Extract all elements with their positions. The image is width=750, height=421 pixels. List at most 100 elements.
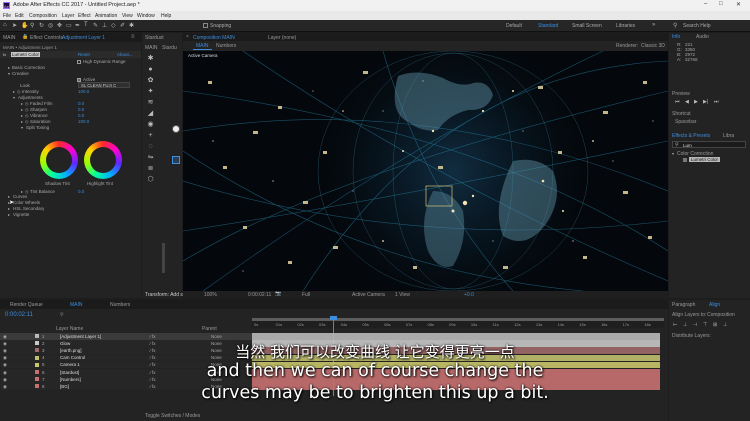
layer-color-label[interactable] (35, 334, 39, 338)
split-toning-group[interactable]: Split Toning (26, 125, 49, 130)
close-button[interactable]: ✕ (736, 1, 741, 8)
workspace-standard[interactable]: Standard (538, 23, 558, 29)
stardust-node-white[interactable] (172, 125, 180, 133)
color-correction-twirl-icon[interactable]: ▾ (672, 151, 674, 156)
stopwatch-icon[interactable]: ◷ (25, 107, 29, 112)
lock-icon[interactable]: 🔒 (22, 34, 28, 40)
force-icon[interactable]: ✦ (146, 87, 155, 96)
minimize-button[interactable]: – (704, 1, 707, 7)
tab-main-small[interactable]: MAIN (145, 45, 158, 51)
camera-tool-icon[interactable]: ◎ (48, 22, 53, 29)
renderer-value[interactable]: Classic 3D (641, 43, 665, 49)
last-frame-icon[interactable]: ⏭ (714, 99, 719, 105)
saturation-twirl-icon[interactable]: ▸ (21, 119, 23, 124)
tab-composition-main[interactable]: Composition MAIN (193, 35, 235, 41)
align-left-icon[interactable]: ⊢ (673, 322, 677, 328)
quality-select[interactable]: Full (302, 292, 310, 298)
selection-tool-icon[interactable]: ➤ (12, 22, 17, 29)
tab-timeline-numbers[interactable]: Numbers (110, 302, 130, 308)
sphere-icon[interactable]: ◉ (146, 120, 155, 129)
rotate-tool-icon[interactable]: ↻ (39, 22, 44, 29)
timeline-current-time[interactable]: 0:00:02:11 (5, 312, 33, 318)
tab-stardu-small[interactable]: Stardu (162, 45, 177, 51)
subtab-main[interactable]: MAIN (193, 43, 212, 50)
exposure-value[interactable]: +0.0 (464, 292, 474, 298)
creative-twirl-icon[interactable]: ▾ (8, 71, 10, 76)
camera-select[interactable]: Active Camera (352, 292, 385, 298)
vignette-group[interactable]: Vignette (13, 212, 29, 217)
zoom-tool-icon[interactable]: ⚲ (30, 22, 34, 29)
vibrance-twirl-icon[interactable]: ▸ (21, 113, 23, 118)
vibrance-value[interactable]: 0.0 (78, 113, 84, 118)
shadow-tint-wheel[interactable] (40, 141, 78, 179)
node-tool-icon[interactable]: ✱ (146, 54, 155, 63)
add-node-icon[interactable]: + (146, 131, 155, 140)
shortcut-select[interactable]: Spacebar (675, 119, 696, 125)
type-tool-icon[interactable]: T (84, 22, 88, 28)
emitter-icon[interactable]: ● (146, 65, 155, 74)
effect-name[interactable]: Lumetri Color (11, 52, 41, 57)
tint-balance-value[interactable]: 0.0 (78, 189, 84, 194)
close-tab-icon[interactable]: × (186, 34, 189, 40)
stardust-scrollbar[interactable] (162, 243, 165, 273)
brush-tool-icon[interactable]: ✎ (93, 22, 98, 29)
menu-edit[interactable]: Edit (15, 13, 24, 19)
tab-stardust[interactable]: Stardust (145, 35, 164, 41)
effect-about-link[interactable]: About... (117, 52, 133, 57)
stopwatch-icon[interactable]: ◷ (25, 119, 29, 124)
workspace-overflow-icon[interactable]: » (652, 22, 655, 28)
stamp-tool-icon[interactable]: ⊥ (102, 22, 107, 29)
subtab-numbers[interactable]: Numbers (216, 43, 236, 49)
wave-icon[interactable]: ≋ (146, 98, 155, 107)
stopwatch-icon[interactable]: ◷ (25, 101, 29, 106)
circle-node-icon[interactable]: ◌ (146, 142, 155, 151)
faded-film-value[interactable]: 0.0 (78, 101, 84, 106)
split-toning-twirl-icon[interactable]: ▾ (21, 125, 23, 130)
composition-canvas[interactable]: Active Camera (183, 51, 668, 291)
tab-adjustment-layer[interactable]: Adjustment Layer 1 (62, 35, 105, 41)
sharpen-value[interactable]: 0.0 (78, 107, 84, 112)
first-frame-icon[interactable]: ⏮ (675, 99, 680, 105)
snapping-checkbox[interactable] (203, 23, 208, 28)
layer-row[interactable]: ◉ 1 [Adjustment Layer 1] ⁄ fx None (0, 333, 252, 340)
align-to-select[interactable]: Composition (707, 312, 735, 318)
tab-render-queue[interactable]: Render Queue (10, 302, 43, 308)
eraser-tool-icon[interactable]: ◇ (111, 22, 116, 29)
pan-behind-tool-icon[interactable]: ✥ (57, 22, 62, 29)
effects-result-lumetri[interactable]: Lumetri Color (689, 157, 721, 162)
menu-effect[interactable]: Effect (78, 13, 91, 19)
hdr-checkbox[interactable] (77, 60, 81, 64)
adjustments-twirl-icon[interactable]: ▾ (13, 95, 15, 100)
look-select[interactable]: SL CLEAN FUJI C (78, 82, 130, 88)
fx-icon[interactable]: fx (3, 52, 6, 57)
creative-group[interactable]: Creative (12, 71, 29, 76)
playhead-head-icon[interactable] (330, 316, 337, 320)
particle-icon[interactable]: ✿ (146, 76, 155, 85)
tab-libraries[interactable]: Libra (723, 133, 734, 139)
stopwatch-icon[interactable]: ◷ (25, 113, 29, 118)
view-layout-select[interactable]: 1 View (395, 292, 410, 298)
stardust-node-blue[interactable] (172, 156, 180, 164)
tab-main[interactable]: MAIN (3, 35, 16, 41)
layer-name[interactable]: [Adjustment Layer 1] (60, 334, 101, 339)
tab-effects-presets[interactable]: Effects & Presets (672, 133, 710, 139)
effects-search-box[interactable]: ⚲ Lum (672, 141, 746, 148)
zoom-select[interactable]: 100% (204, 292, 217, 298)
menu-composition[interactable]: Composition (29, 13, 57, 19)
workspace-default[interactable]: Default (506, 23, 522, 29)
prev-frame-icon[interactable]: ◀ (685, 99, 689, 105)
tab-info[interactable]: Info (672, 34, 680, 40)
basic-correction-twirl-icon[interactable]: ▸ (8, 65, 10, 70)
time-display[interactable]: 0:00:02:11 (248, 292, 271, 298)
workspace-libraries[interactable]: Libraries (616, 23, 635, 29)
menu-window[interactable]: Window (137, 13, 155, 19)
menu-view[interactable]: View (122, 13, 133, 19)
workspace-small-screen[interactable]: Small Screen (572, 23, 602, 29)
tab-audio[interactable]: Audio (696, 34, 709, 40)
timeline-ruler[interactable]: 0s 01s 02s 03s 04s 05s 06s 07s 08s 09s 10s 11s 12s 13… (252, 318, 664, 328)
sharpen-twirl-icon[interactable]: ▸ (21, 107, 23, 112)
align-bottom-icon[interactable]: ⊥ (723, 322, 727, 328)
saturation-value[interactable]: 100.0 (78, 119, 89, 124)
timeline-search-icon[interactable]: ⚲ (60, 312, 64, 318)
play-icon[interactable]: ▶ (694, 99, 698, 105)
